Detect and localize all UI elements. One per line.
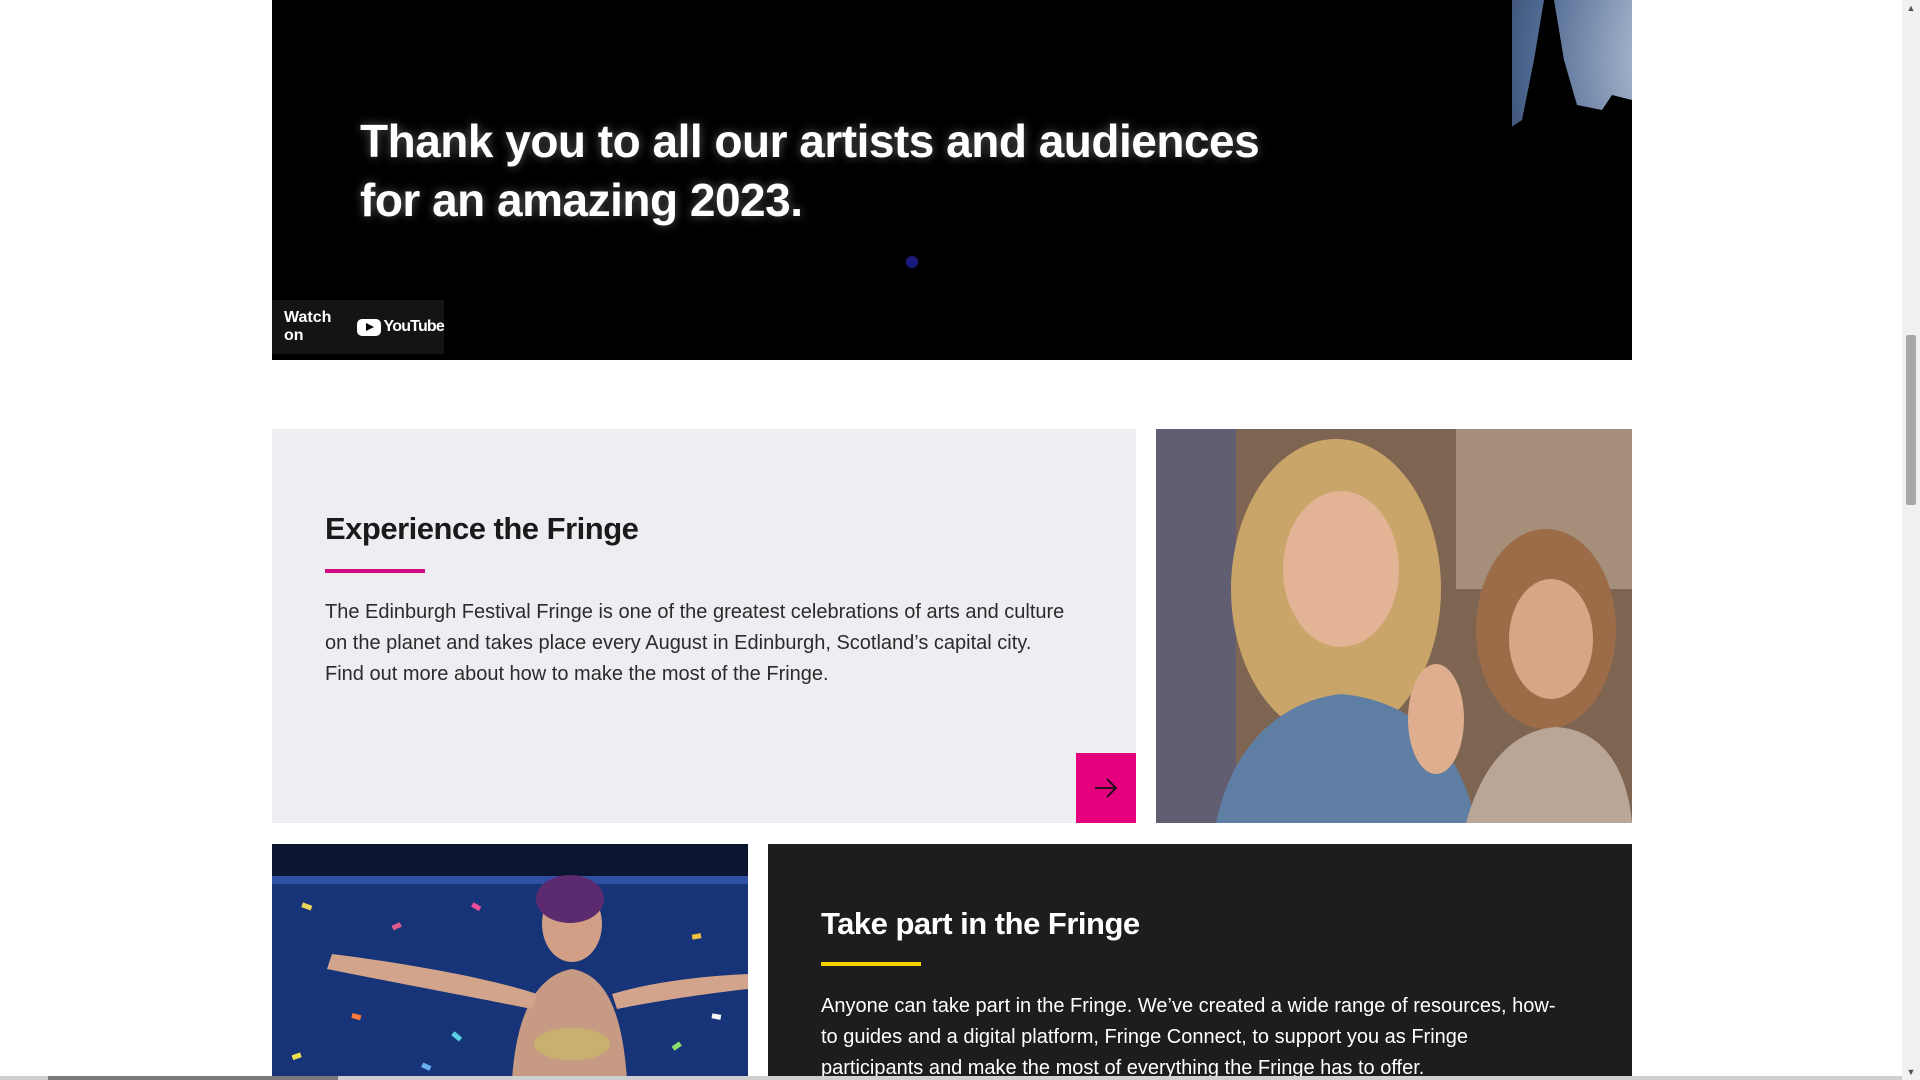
- video-caption: Thank you to all our artists and audienc…: [360, 112, 1260, 230]
- watch-on-label: Watch on: [284, 309, 332, 344]
- scroll-thumb[interactable]: [1906, 335, 1916, 505]
- vertical-scrollbar[interactable]: ▲ ▼: [1902, 0, 1920, 1080]
- experience-title: Experience the Fringe: [325, 511, 639, 546]
- youtube-wordmark: YouTube: [383, 318, 445, 335]
- take-part-title-underline: [821, 962, 921, 966]
- performer-photo: [272, 844, 748, 1080]
- horizontal-scroll-track[interactable]: [0, 1076, 1902, 1080]
- experience-title-underline: [325, 569, 425, 573]
- youtube-play-icon: [356, 318, 381, 336]
- take-part-card: Take part in the Fringe Anyone can take …: [768, 844, 1632, 1080]
- take-part-title: Take part in the Fringe: [821, 906, 1140, 941]
- arrow-right-icon: [1095, 778, 1118, 798]
- take-part-body: Anyone can take part in the Fringe. We’v…: [821, 995, 1556, 1079]
- scroll-up-arrow-icon[interactable]: ▲: [1902, 0, 1920, 16]
- experience-card: Experience the Fringe The Edinburgh Fest…: [272, 429, 1136, 823]
- horizontal-scroll-thumb[interactable]: [48, 1076, 338, 1080]
- video-caption-line: Thank you to all our artists and audienc…: [360, 115, 1260, 167]
- scroll-down-arrow-icon[interactable]: ▼: [1902, 1064, 1920, 1080]
- page: Thank you to all our artists and audienc…: [0, 0, 1902, 1080]
- youtube-logo: YouTube: [356, 318, 445, 336]
- video-embed[interactable]: Thank you to all our artists and audienc…: [272, 0, 1632, 360]
- experience-body: The Edinburgh Festival Fringe is one of …: [325, 601, 1065, 685]
- audience-photo: [1156, 429, 1632, 823]
- experience-arrow-button[interactable]: [1076, 753, 1136, 823]
- video-caption-line: for an amazing 2023.: [360, 174, 803, 226]
- watch-on-youtube-button[interactable]: Watch on YouTube: [272, 300, 445, 354]
